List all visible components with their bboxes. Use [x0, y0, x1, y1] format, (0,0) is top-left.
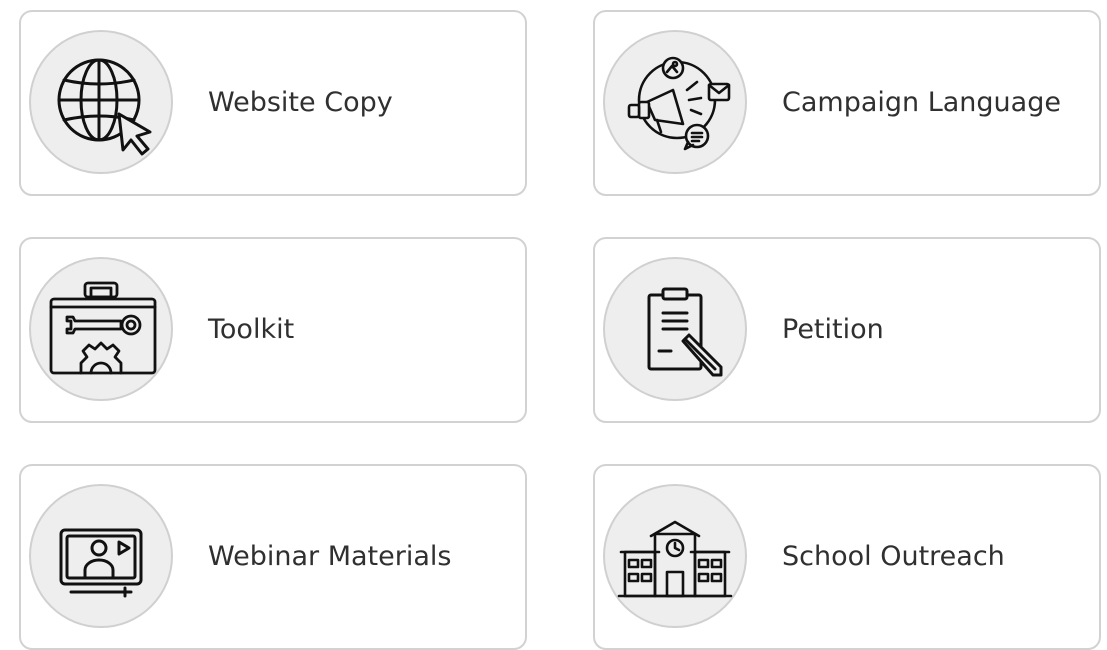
card-label: Website Copy	[208, 87, 393, 118]
card-petition[interactable]: Petition	[593, 237, 1101, 423]
card-webinar-materials[interactable]: Webinar Materials	[19, 464, 527, 650]
school-building-icon	[603, 484, 747, 628]
card-label: School Outreach	[782, 541, 1005, 572]
card-campaign-language[interactable]: Campaign Language	[593, 10, 1101, 196]
globe-cursor-icon	[29, 30, 173, 174]
card-label: Webinar Materials	[208, 541, 452, 572]
video-presenter-icon	[29, 484, 173, 628]
card-toolkit[interactable]: Toolkit	[19, 237, 527, 423]
clipboard-pen-icon	[603, 257, 747, 401]
toolbox-icon	[29, 257, 173, 401]
megaphone-icon	[603, 30, 747, 174]
card-label: Toolkit	[208, 314, 295, 345]
card-label: Campaign Language	[782, 87, 1061, 118]
card-website-copy[interactable]: Website Copy	[19, 10, 527, 196]
card-school-outreach[interactable]: School Outreach	[593, 464, 1101, 650]
card-label: Petition	[782, 314, 884, 345]
